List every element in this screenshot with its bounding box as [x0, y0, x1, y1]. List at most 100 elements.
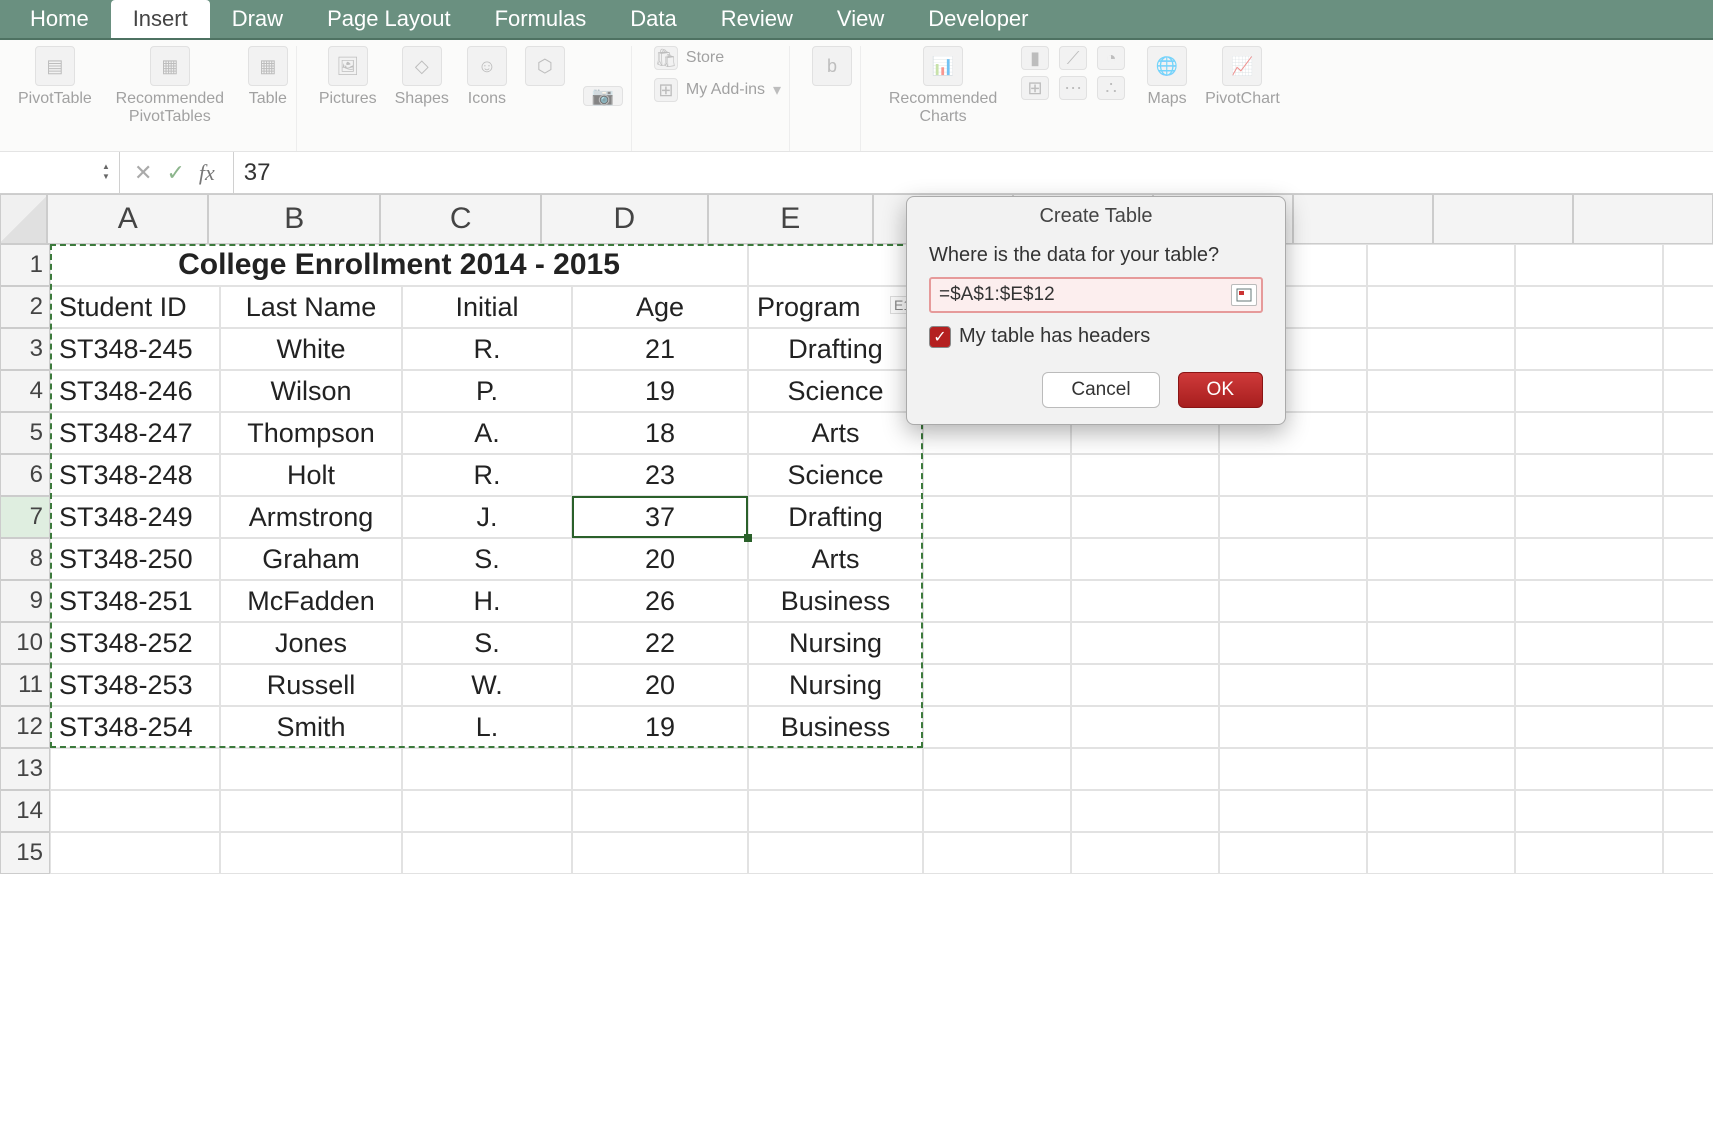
cell[interactable] — [1219, 538, 1367, 580]
chart-type-icon[interactable]: ⟋ — [1059, 46, 1087, 70]
cell[interactable]: ST348-253 — [50, 664, 220, 706]
cell[interactable] — [1515, 454, 1663, 496]
col-header-a[interactable]: A — [47, 194, 208, 244]
cell[interactable] — [1219, 496, 1367, 538]
cell[interactable]: S. — [402, 622, 572, 664]
cell[interactable] — [1663, 412, 1713, 454]
cell[interactable] — [402, 790, 572, 832]
cell[interactable]: 20 — [572, 538, 748, 580]
cell[interactable] — [1663, 622, 1713, 664]
cell[interactable] — [1515, 748, 1663, 790]
cell[interactable]: Arts — [748, 538, 923, 580]
cell[interactable]: 19 — [572, 706, 748, 748]
cell[interactable] — [1515, 790, 1663, 832]
cell[interactable] — [1367, 664, 1515, 706]
table-button[interactable]: ▦ Table — [248, 46, 288, 108]
cell[interactable] — [1367, 412, 1515, 454]
cell[interactable] — [1219, 454, 1367, 496]
cell[interactable]: Jones — [220, 622, 402, 664]
row-header-11[interactable]: 11 — [0, 664, 50, 706]
cancel-button[interactable]: Cancel — [1042, 372, 1159, 408]
name-box-down-icon[interactable]: ▼ — [99, 173, 113, 183]
cell[interactable] — [1367, 538, 1515, 580]
cell[interactable] — [220, 790, 402, 832]
cell[interactable] — [1515, 580, 1663, 622]
tab-view[interactable]: View — [815, 0, 906, 38]
cell[interactable] — [748, 832, 923, 874]
cell[interactable]: ST348-249 — [50, 496, 220, 538]
cell[interactable] — [748, 244, 923, 286]
col-header[interactable] — [1573, 194, 1713, 244]
cell[interactable]: Science — [748, 454, 923, 496]
fx-icon[interactable]: fx — [199, 160, 215, 186]
cell[interactable] — [923, 832, 1071, 874]
cell[interactable] — [923, 706, 1071, 748]
cell[interactable] — [572, 748, 748, 790]
cell[interactable] — [1071, 496, 1219, 538]
row-header-1[interactable]: 1 — [0, 244, 50, 286]
headers-checkbox-row[interactable]: ✓ My table has headers — [929, 325, 1263, 348]
cell[interactable] — [1663, 454, 1713, 496]
cell[interactable] — [923, 790, 1071, 832]
cell[interactable] — [1515, 412, 1663, 454]
recommended-pivottables-button[interactable]: ▦ Recommended PivotTables — [110, 46, 230, 125]
cell[interactable]: 19 — [572, 370, 748, 412]
cell[interactable] — [748, 748, 923, 790]
cell[interactable] — [50, 748, 220, 790]
range-input[interactable] — [935, 282, 1231, 308]
cell[interactable]: Armstrong — [220, 496, 402, 538]
cell[interactable] — [1219, 664, 1367, 706]
cell[interactable] — [1367, 286, 1515, 328]
pivottable-button[interactable]: ▤ PivotTable — [18, 46, 92, 108]
cell[interactable] — [1515, 328, 1663, 370]
cell[interactable] — [1367, 622, 1515, 664]
cell[interactable]: ST348-251 — [50, 580, 220, 622]
cell[interactable]: 21 — [572, 328, 748, 370]
maps-button[interactable]: 🌐 Maps — [1147, 46, 1187, 108]
select-all-button[interactable] — [0, 194, 47, 244]
cell[interactable]: Wilson — [220, 370, 402, 412]
cell[interactable] — [923, 748, 1071, 790]
cell[interactable]: McFadden — [220, 580, 402, 622]
cell[interactable] — [572, 790, 748, 832]
pictures-button[interactable]: 🖼 Pictures — [319, 46, 377, 108]
cell[interactable] — [1663, 706, 1713, 748]
cell[interactable] — [1367, 328, 1515, 370]
cell[interactable] — [923, 538, 1071, 580]
cell[interactable] — [1219, 622, 1367, 664]
cancel-formula-icon[interactable]: ✕ — [134, 160, 152, 186]
cell[interactable]: R. — [402, 328, 572, 370]
cell[interactable]: ST348-254 — [50, 706, 220, 748]
row-header-6[interactable]: 6 — [0, 454, 50, 496]
cell[interactable]: 23 — [572, 454, 748, 496]
cell[interactable] — [1515, 244, 1663, 286]
screenshot-button[interactable]: 📷 — [583, 46, 623, 106]
row-header-3[interactable]: 3 — [0, 328, 50, 370]
cell[interactable] — [1219, 748, 1367, 790]
cell[interactable] — [1515, 832, 1663, 874]
checkbox-checked-icon[interactable]: ✓ — [929, 326, 951, 348]
cell[interactable]: Thompson — [220, 412, 402, 454]
cell-title[interactable]: College Enrollment 2014 - 2015 — [50, 244, 748, 286]
cell[interactable]: Nursing — [748, 664, 923, 706]
cell[interactable] — [1071, 790, 1219, 832]
cell[interactable] — [1663, 328, 1713, 370]
store-button[interactable]: 🛍 Store — [654, 46, 724, 70]
cell[interactable] — [1663, 496, 1713, 538]
pivotchart-button[interactable]: 📈 PivotChart — [1205, 46, 1280, 108]
cell[interactable]: R. — [402, 454, 572, 496]
name-box[interactable]: ▲ ▼ — [0, 152, 120, 193]
cell[interactable] — [220, 748, 402, 790]
cell[interactable]: P. — [402, 370, 572, 412]
row-header-9[interactable]: 9 — [0, 580, 50, 622]
cell[interactable] — [1071, 748, 1219, 790]
cell[interactable]: Arts — [748, 412, 923, 454]
cell[interactable] — [220, 832, 402, 874]
cell[interactable]: Drafting — [748, 328, 923, 370]
cell[interactable]: Business — [748, 706, 923, 748]
cell[interactable] — [1663, 580, 1713, 622]
cell[interactable]: Holt — [220, 454, 402, 496]
cell-header[interactable]: Student ID — [50, 286, 220, 328]
cell[interactable] — [402, 832, 572, 874]
cell[interactable]: Nursing — [748, 622, 923, 664]
